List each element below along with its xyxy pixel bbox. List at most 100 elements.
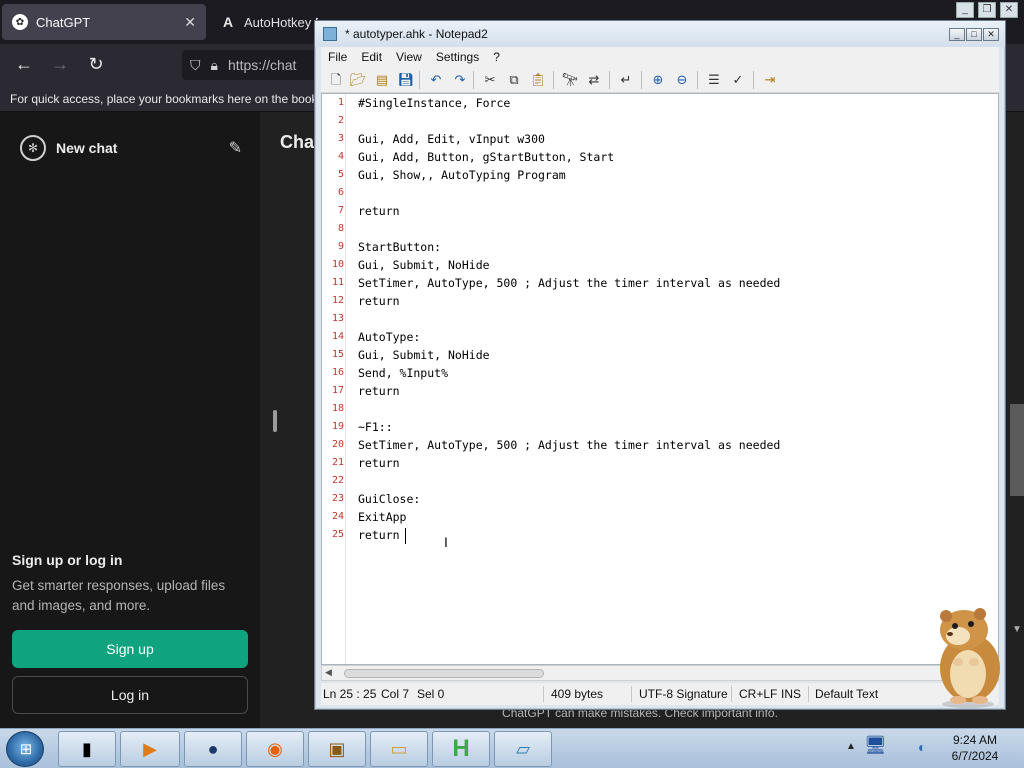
scroll-left-arrow-icon[interactable]: ◀	[325, 667, 332, 678]
wordwrap-icon[interactable]: ↵	[617, 71, 635, 89]
close-tab-icon[interactable]: ✕	[184, 14, 196, 31]
tab-autohotkey[interactable]: A AutoHotkey D	[214, 4, 324, 40]
sidebar-resize-handle[interactable]	[273, 410, 277, 432]
replace-icon[interactable]: ⇄	[585, 71, 603, 89]
cut-icon[interactable]: ✂	[481, 71, 499, 89]
code-line[interactable]: 4 Gui, Add, Button, gStartButton, Start	[322, 148, 998, 166]
horizontal-scroll-thumb[interactable]	[344, 669, 544, 678]
copy-icon[interactable]: ⧉	[505, 71, 523, 89]
menu-help[interactable]: ?	[486, 50, 507, 64]
status-line: Ln 25 : 25	[323, 687, 377, 701]
media-player-icon[interactable]: ▶	[120, 731, 180, 767]
start-button[interactable]: ⊞	[6, 731, 44, 767]
status-size: 409 bytes	[551, 687, 604, 701]
code-line[interactable]: 13	[322, 310, 998, 328]
status-divider	[731, 686, 732, 702]
url-bar[interactable]: ⛉ 🔒︎ https://chat	[182, 50, 322, 80]
browser-minimize-icon[interactable]: _	[956, 2, 974, 18]
terminal-app-icon[interactable]: ▮	[58, 731, 116, 767]
reload-icon[interactable]: ↻	[84, 54, 108, 75]
code-line[interactable]: 2	[322, 112, 998, 130]
line-number: 9	[337, 241, 344, 252]
code-line[interactable]: 25 return	[322, 526, 998, 544]
redo-icon[interactable]: ↷	[451, 71, 469, 89]
status-scheme[interactable]: Default Text	[815, 687, 878, 701]
box-game-icon[interactable]: ▣	[308, 731, 366, 767]
menu-edit[interactable]: Edit	[354, 50, 389, 64]
notepad-app-icon[interactable]: ▱	[494, 731, 552, 767]
line-number: 22	[331, 475, 344, 486]
status-encoding[interactable]: UTF-8 Signature	[639, 687, 728, 701]
undo-icon[interactable]: ↶	[427, 71, 445, 89]
scheme-icon[interactable]: ☰	[705, 71, 723, 89]
open-icon[interactable]: 📂︎	[349, 71, 367, 89]
code-line[interactable]: 17 return	[322, 382, 998, 400]
code-line[interactable]: 18	[322, 400, 998, 418]
minimize-icon[interactable]: _	[949, 28, 965, 41]
zoom-out-icon[interactable]: ⊖	[673, 71, 691, 89]
code-line[interactable]: 14 AutoType:	[322, 328, 998, 346]
code-line[interactable]: 23 GuiClose:	[322, 490, 998, 508]
code-text: SetTimer, AutoType, 500 ; Adjust the tim…	[358, 276, 781, 290]
window-title: * autotyper.ahk - Notepad2	[345, 27, 488, 41]
line-number: 8	[337, 223, 344, 234]
new-chat-button[interactable]: ✻ New chat ✎	[20, 134, 242, 162]
network-icon[interactable]: 🖥︎	[864, 735, 908, 763]
customize-icon[interactable]: ✓	[729, 71, 747, 89]
compose-icon[interactable]: ✎	[229, 138, 242, 158]
h-app-icon[interactable]: H	[432, 731, 490, 767]
browser-globe-icon[interactable]: ●	[184, 731, 242, 767]
code-line[interactable]: 15 Gui, Submit, NoHide	[322, 346, 998, 364]
code-line[interactable]: 19 ~F1::	[322, 418, 998, 436]
code-line[interactable]: 24 ExitApp	[322, 508, 998, 526]
browse-icon[interactable]: ▤	[373, 71, 391, 89]
log-in-button[interactable]: Log in	[12, 676, 248, 714]
code-line[interactable]: 20 SetTimer, AutoType, 500 ; Adjust the t…	[322, 436, 998, 454]
close-icon[interactable]: ✕	[983, 28, 999, 41]
browser-close-icon[interactable]: ✕	[1000, 2, 1018, 18]
code-line[interactable]: 6	[322, 184, 998, 202]
chat-sidebar: ✻ New chat ✎ Sign up or log in Get smart…	[0, 112, 260, 728]
firefox-icon[interactable]: ◉	[246, 731, 304, 767]
code-line[interactable]: 3 Gui, Add, Edit, vInput w300	[322, 130, 998, 148]
file-explorer-icon[interactable]: ▭	[370, 731, 428, 767]
code-line[interactable]: 22	[322, 472, 998, 490]
code-line[interactable]: 8	[322, 220, 998, 238]
code-text: Gui, Submit, NoHide	[358, 348, 490, 362]
find-icon[interactable]: 🔭︎	[561, 71, 579, 89]
taskbar: ⊞ ▮ ▶ ● ◉ ▣ ▭ H ▱ ▲ 🖥︎ ◐	[0, 728, 1024, 768]
code-line[interactable]: 11 SetTimer, AutoType, 500 ; Adjust the t…	[322, 274, 998, 292]
page-scrollbar-thumb[interactable]	[1010, 404, 1024, 496]
code-line[interactable]: 16 Send, %Input%	[322, 364, 998, 382]
notepad-title-bar[interactable]: * autotyper.ahk - Notepad2	[315, 21, 1005, 47]
exit-icon[interactable]: ⇥	[761, 71, 779, 89]
browser-restore-icon[interactable]: ❐	[978, 2, 996, 18]
code-line[interactable]: 7 return	[322, 202, 998, 220]
status-line-endings[interactable]: CR+LF	[739, 687, 777, 701]
code-line[interactable]: 10 Gui, Submit, NoHide	[322, 256, 998, 274]
taskbar-clock[interactable]: 9:24 AM 6/7/2024	[942, 732, 1008, 764]
scroll-down-arrow-icon[interactable]: ▼	[1010, 624, 1024, 640]
code-line[interactable]: 5 Gui, Show,, AutoTyping Program	[322, 166, 998, 184]
forward-arrow-icon[interactable]: →	[48, 54, 72, 75]
code-line[interactable]: 1 #SingleInstance, Force	[322, 94, 998, 112]
code-line[interactable]: 9 StartButton:	[322, 238, 998, 256]
new-icon[interactable]: 🗋︎	[327, 71, 345, 89]
maximize-icon[interactable]: □	[966, 28, 982, 41]
text-editor[interactable]: I 1 #SingleInstance, Force 2 3 Gui, Add, Edi…	[321, 93, 999, 665]
paste-icon[interactable]: 📋︎	[529, 71, 547, 89]
autohotkey-favicon-icon: A	[222, 14, 234, 30]
save-icon[interactable]: 💾︎	[397, 71, 415, 89]
back-arrow-icon[interactable]: ←	[12, 54, 36, 75]
menu-settings[interactable]: Settings	[429, 50, 486, 64]
tab-chatgpt[interactable]: ✿ ChatGPT ✕	[2, 4, 206, 40]
menu-file[interactable]: File	[321, 50, 354, 64]
code-line[interactable]: 12 return	[322, 292, 998, 310]
code-line[interactable]: 21 return	[322, 454, 998, 472]
menu-view[interactable]: View	[389, 50, 429, 64]
sign-up-button[interactable]: Sign up	[12, 630, 248, 668]
volume-icon[interactable]: ◐	[918, 739, 926, 755]
horizontal-scrollbar[interactable]: ◀	[321, 665, 999, 681]
show-hidden-icons-icon[interactable]: ▲	[846, 741, 856, 752]
zoom-in-icon[interactable]: ⊕	[649, 71, 667, 89]
